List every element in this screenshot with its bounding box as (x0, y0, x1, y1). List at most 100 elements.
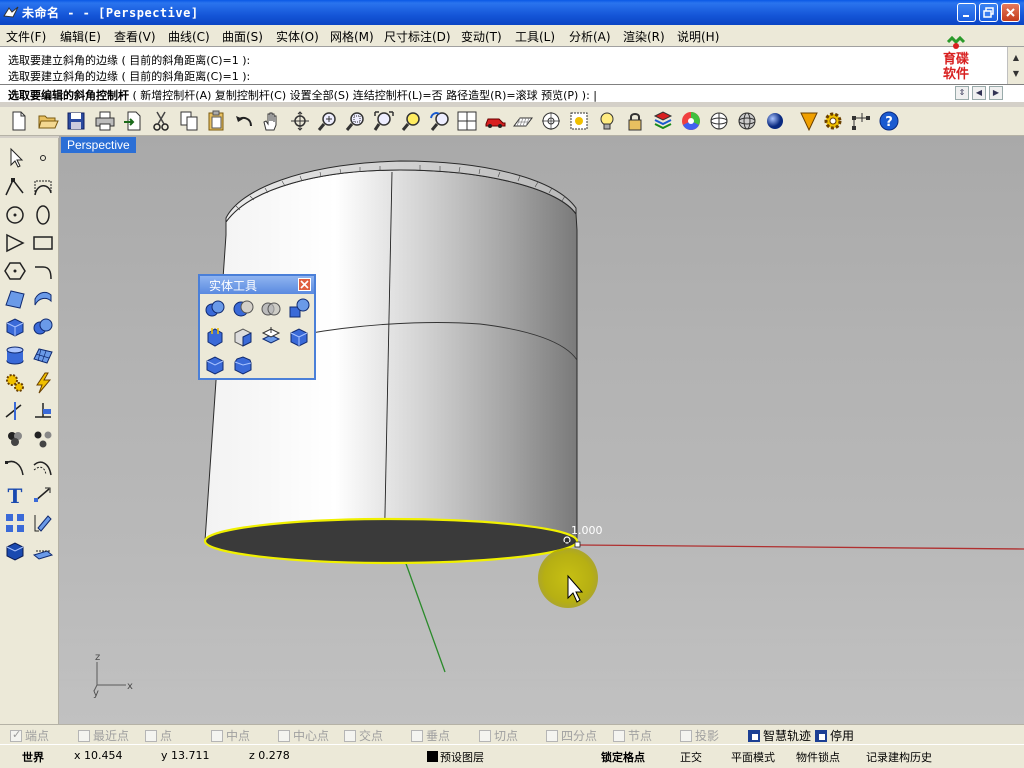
fillet-curve-button[interactable] (31, 259, 55, 283)
checkbox[interactable] (78, 730, 90, 742)
group-button[interactable] (3, 427, 27, 451)
status-history[interactable]: 记录建构历史 (866, 749, 932, 765)
cap-planar-holes-button[interactable] (259, 325, 283, 349)
close-button[interactable] (1001, 3, 1020, 22)
offset-curve-button[interactable] (31, 455, 55, 479)
ungroup-button[interactable] (31, 427, 55, 451)
text-button[interactable]: T (3, 483, 27, 508)
menu-analyze[interactable]: 分析(A) (569, 28, 611, 45)
print-button[interactable] (94, 110, 116, 132)
status-cplane[interactable]: 世界 (22, 749, 44, 765)
cylinder-button[interactable] (3, 343, 27, 367)
checkbox[interactable] (344, 730, 356, 742)
osnap-smarttrack[interactable]: 智慧轨迹 (748, 727, 811, 743)
menu-solid[interactable]: 实体(O) (276, 28, 319, 45)
checkbox[interactable] (546, 730, 558, 742)
save-button[interactable] (65, 110, 87, 132)
zoom-extents-button[interactable] (373, 110, 395, 132)
checkbox[interactable] (10, 728, 22, 742)
camera-button[interactable] (484, 110, 506, 132)
mesh-button[interactable] (31, 343, 55, 367)
solid-union-button[interactable] (31, 315, 55, 339)
arc-button[interactable] (31, 203, 55, 227)
status-planar[interactable]: 平面模式 (731, 749, 775, 765)
checkbox[interactable] (748, 730, 760, 742)
osnap-quad[interactable]: 四分点 (546, 727, 597, 743)
analyze-button[interactable] (31, 511, 55, 535)
select-filter-button[interactable] (798, 110, 820, 132)
target-button[interactable] (540, 110, 562, 132)
menu-help[interactable]: 说明(H) (677, 28, 719, 45)
open-file-button[interactable] (37, 110, 59, 132)
extrude-face-button[interactable] (203, 325, 227, 349)
checkbox[interactable] (680, 730, 692, 742)
menu-render[interactable]: 渲染(R) (623, 28, 665, 45)
circle-button[interactable] (3, 203, 27, 227)
osnap-tangent[interactable]: 切点 (479, 727, 518, 743)
select-button[interactable] (3, 146, 27, 170)
menu-tools[interactable]: 工具(L) (515, 28, 555, 45)
menu-transform[interactable]: 变动(T) (461, 28, 502, 45)
scroll-up-icon[interactable]: ▲ (1011, 53, 1021, 63)
drafting-button[interactable] (31, 539, 55, 563)
command-spin-icon[interactable]: ⇕ (955, 86, 969, 100)
status-ortho[interactable]: 正交 (680, 749, 702, 765)
osnap-project[interactable]: 投影 (680, 727, 719, 743)
command-next-icon[interactable]: ▶ (989, 86, 1003, 100)
points-button[interactable] (850, 110, 872, 132)
command-prompt[interactable]: 选取要编辑的斜角控制杆 ( 新增控制杆(A) 复制控制杆(C) 设置全部(S) … (0, 84, 1024, 102)
copy-button[interactable] (178, 110, 200, 132)
extrude-curve-button[interactable] (31, 287, 55, 311)
selected-bottom-edge[interactable] (203, 517, 579, 565)
extract-surface-button[interactable] (231, 325, 255, 349)
command-options[interactable]: ( 新增控制杆(A) 复制控制杆(C) 设置全部(S) 连结控制杆(L)=否 路… (129, 89, 597, 102)
polyline-button[interactable] (3, 175, 27, 199)
point-button[interactable] (31, 146, 55, 170)
menu-curve[interactable]: 曲线(C) (168, 28, 210, 45)
rotate-view-button[interactable] (289, 110, 311, 132)
osnap-point[interactable]: 点 (145, 727, 172, 743)
dimension-button[interactable] (31, 483, 55, 507)
osnap-center[interactable]: 中心点 (278, 727, 329, 743)
boolean-split-button[interactable] (287, 297, 311, 321)
options-button[interactable] (822, 110, 844, 132)
checkbox[interactable] (411, 730, 423, 742)
boolean-difference-button[interactable] (231, 297, 255, 321)
layer-button[interactable] (652, 110, 674, 132)
status-layer[interactable]: 预设图层 (427, 749, 484, 765)
array-button[interactable] (3, 511, 27, 535)
surface-corners-button[interactable] (3, 287, 27, 311)
checkbox[interactable] (479, 730, 491, 742)
grid-snap-button[interactable] (568, 110, 590, 132)
polygon-center-button[interactable] (3, 259, 27, 283)
solid-box-button[interactable] (3, 315, 27, 339)
perspective-viewport[interactable]: 1.000 z y x Perspective (59, 136, 1024, 724)
curve-button[interactable] (31, 175, 55, 199)
boolean-intersection-button[interactable] (259, 297, 283, 321)
zoom-selected-button[interactable] (401, 110, 423, 132)
checkbox[interactable] (145, 730, 157, 742)
checkbox[interactable] (211, 730, 223, 742)
new-file-button[interactable] (8, 110, 30, 132)
osnap-near[interactable]: 最近点 (78, 727, 129, 743)
osnap-mid[interactable]: 中点 (211, 727, 250, 743)
checkbox[interactable] (613, 730, 625, 742)
viewport-scene[interactable]: 1.000 z y x (59, 136, 1024, 724)
lock-button[interactable] (624, 110, 646, 132)
chamfer-edge-button[interactable] (231, 353, 255, 377)
fillet-edge-button[interactable] (203, 353, 227, 377)
palette-close-button[interactable] (298, 278, 311, 291)
osnap-disable[interactable]: 停用 (815, 727, 854, 743)
menu-dimension[interactable]: 尺寸标注(D) (384, 28, 451, 45)
solid-edit-button[interactable] (287, 325, 311, 349)
zoom-dynamic-button[interactable] (317, 110, 339, 132)
boolean-union-button[interactable] (203, 297, 227, 321)
restore-button[interactable] (979, 3, 998, 22)
light-button[interactable] (596, 110, 618, 132)
palette-title-bar[interactable]: 实体工具 (200, 276, 314, 294)
color-button[interactable] (680, 110, 702, 132)
cplane-button[interactable] (512, 110, 534, 132)
trim-button[interactable] (3, 399, 27, 423)
solid-tools-palette[interactable]: 实体工具 (198, 274, 316, 380)
menu-file[interactable]: 文件(F) (6, 28, 46, 45)
